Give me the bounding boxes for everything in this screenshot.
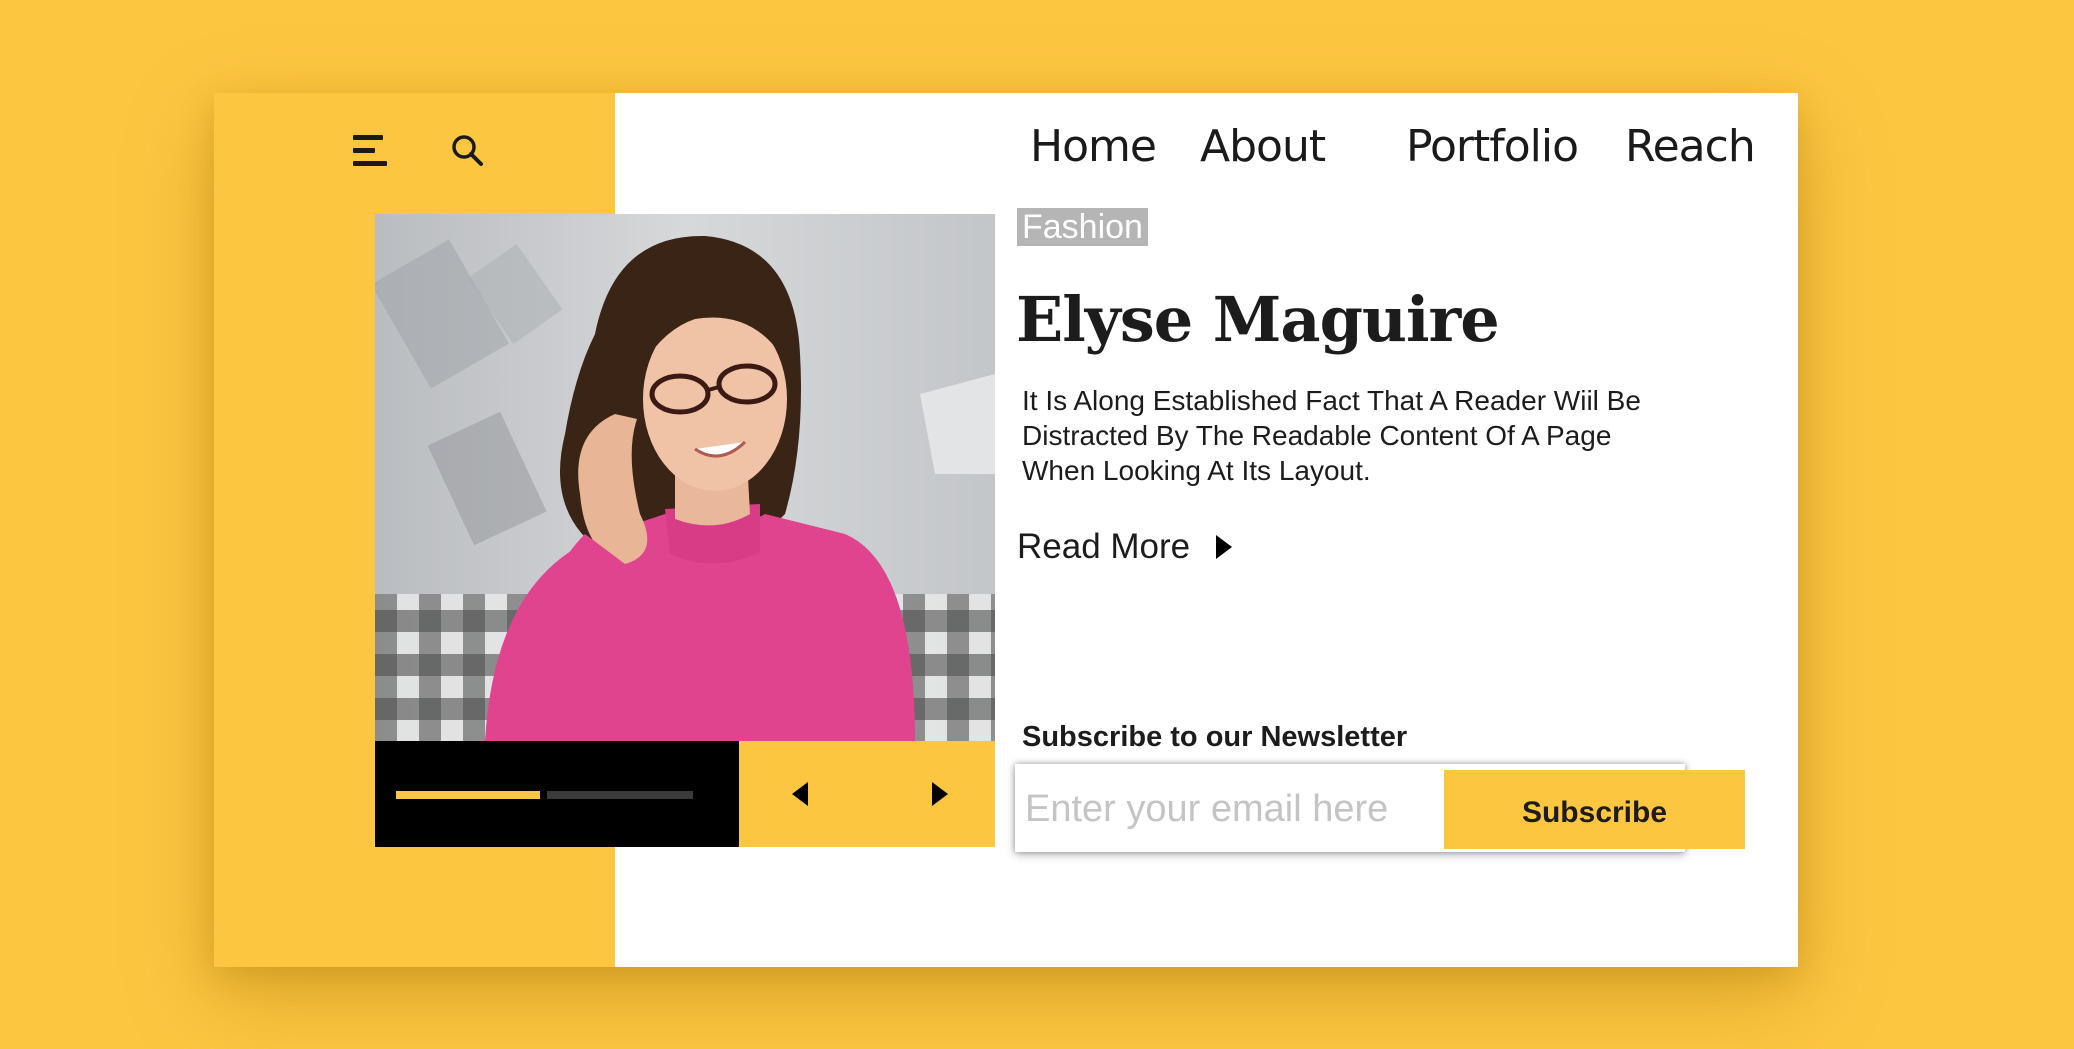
hero-description: It Is Along Established Fact That A Read… — [1022, 385, 1641, 486]
page-title: Elyse Maguire — [1016, 283, 1500, 356]
landing-card: Home About Portfolio Reach Fashion Elyse… — [214, 93, 1798, 967]
read-more-label: Read More — [1017, 527, 1191, 566]
progress-segment-active[interactable] — [396, 791, 540, 799]
email-input[interactable] — [1021, 770, 1449, 848]
progress-segment[interactable] — [547, 791, 693, 799]
slider-progress-bar — [375, 741, 739, 847]
search-icon[interactable] — [450, 133, 484, 167]
nav-reach[interactable]: Reach — [1625, 121, 1756, 172]
category-tag: Fashion — [1017, 208, 1148, 246]
caret-left-icon[interactable] — [785, 779, 815, 809]
hero-image — [375, 214, 995, 741]
caret-right-icon — [1216, 535, 1233, 559]
read-more-link[interactable]: Read More — [1017, 527, 1234, 567]
nav-about[interactable]: About — [1200, 121, 1326, 172]
subscribe-button[interactable]: Subscribe — [1444, 770, 1745, 849]
slider-controls — [739, 741, 995, 847]
caret-right-icon[interactable] — [925, 779, 955, 809]
newsletter-title: Subscribe to our Newsletter — [1022, 721, 1408, 753]
hamburger-menu-icon[interactable] — [353, 135, 389, 167]
slider-progress-track — [396, 791, 693, 799]
nav-home[interactable]: Home — [1030, 121, 1157, 172]
nav-portfolio[interactable]: Portfolio — [1406, 121, 1579, 172]
